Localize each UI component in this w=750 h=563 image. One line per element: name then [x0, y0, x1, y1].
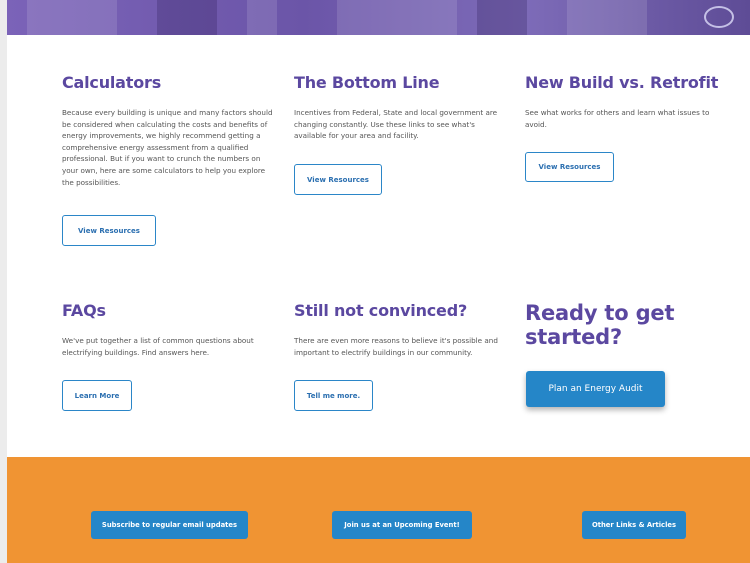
calculators-description: Because every building is unique and man…: [62, 108, 273, 187]
hero-image-detail: [704, 6, 734, 28]
bottom-line-description: Incentives from Federal, State and local…: [294, 108, 498, 141]
subscribe-email-button[interactable]: Subscribe to regular email updates: [91, 511, 248, 539]
new-build-card: New Build vs. Retrofit See what works fo…: [525, 73, 725, 130]
bottom-line-card: The Bottom Line Incentives from Federal,…: [294, 73, 507, 142]
not-convinced-description: There are even more reasons to believe i…: [294, 336, 498, 357]
hero-image-detail: [567, 0, 647, 35]
calculators-heading: Calculators: [62, 73, 162, 92]
calculators-card: Calculators Because every building is un…: [62, 73, 275, 188]
faqs-description: We've put together a list of common ques…: [62, 336, 254, 357]
other-links-button[interactable]: Other Links & Articles: [582, 511, 686, 539]
faqs-learn-more-button[interactable]: Learn More: [62, 380, 132, 411]
ready-heading: Ready to get started?: [525, 301, 675, 349]
hero-image-strip: [7, 0, 750, 35]
hero-image-detail: [27, 0, 117, 35]
ready-card: Ready to get started?: [525, 301, 725, 349]
new-build-description: See what works for others and learn what…: [525, 108, 710, 129]
upcoming-event-button[interactable]: Join us at an Upcoming Event!: [332, 511, 472, 539]
plan-energy-audit-button[interactable]: Plan an Energy Audit: [526, 371, 665, 407]
new-build-heading: New Build vs. Retrofit: [525, 73, 719, 92]
calculators-view-resources-button[interactable]: View Resources: [62, 215, 156, 246]
bottom-line-heading: The Bottom Line: [294, 73, 440, 92]
left-gutter: [0, 0, 7, 563]
faqs-heading: FAQs: [62, 301, 106, 320]
not-convinced-heading: Still not convinced?: [294, 301, 468, 320]
hero-image-detail: [157, 0, 217, 35]
bottom-line-view-resources-button[interactable]: View Resources: [294, 164, 382, 195]
faqs-card: FAQs We've put together a list of common…: [62, 301, 275, 358]
new-build-view-resources-button[interactable]: View Resources: [525, 152, 614, 182]
not-convinced-card: Still not convinced? There are even more…: [294, 301, 507, 358]
resources-section: Calculators Because every building is un…: [7, 35, 750, 457]
footer-cta-band: Subscribe to regular email updates Join …: [7, 457, 750, 563]
hero-image-detail: [247, 0, 277, 35]
hero-image-detail: [477, 0, 527, 35]
tell-me-more-button[interactable]: Tell me more.: [294, 380, 373, 411]
hero-image-detail: [337, 0, 457, 35]
